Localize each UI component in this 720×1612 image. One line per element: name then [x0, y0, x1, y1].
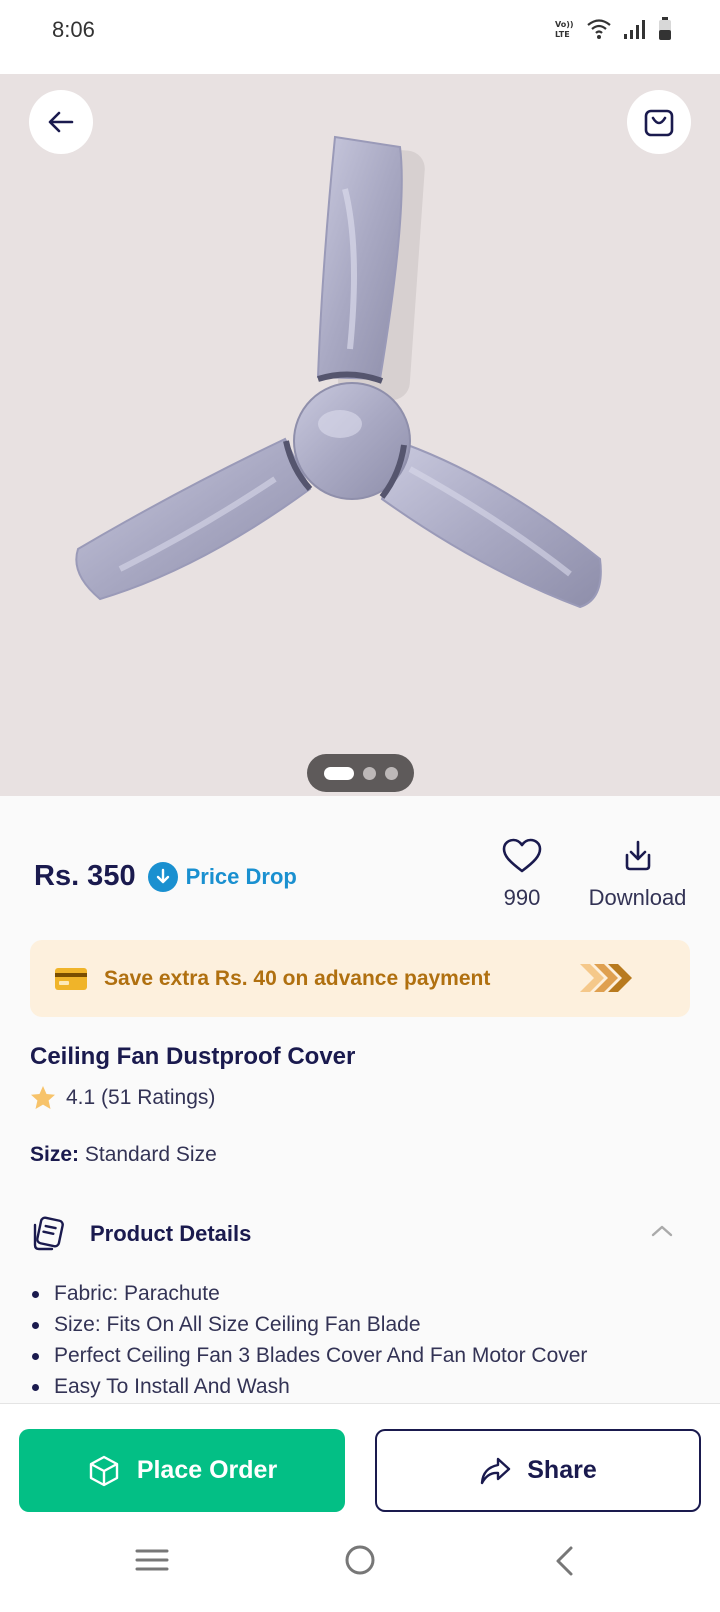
chevrons-right-icon [580, 964, 632, 992]
wishlist-count: 990 [503, 885, 541, 910]
advance-payment-offer[interactable]: Save extra Rs. 40 on advance payment [30, 940, 690, 1017]
price-row: Rs. 350 Price Drop [34, 860, 297, 893]
heart-icon [502, 838, 542, 873]
back-chevron-icon[interactable] [553, 1545, 577, 1577]
ceiling-fan-cover-image [75, 135, 602, 609]
list-item: Easy To Install And Wash [30, 1371, 587, 1402]
battery-icon [659, 17, 671, 40]
cart-button[interactable] [627, 90, 691, 154]
status-time: 8:06 [52, 17, 95, 42]
shopping-bag-icon [644, 109, 674, 137]
wishlist-button[interactable]: 990 [482, 838, 562, 911]
volte-icon: Vo)) LTE [555, 20, 574, 39]
signal-icon [624, 20, 645, 39]
price-drop-label: Price Drop [185, 863, 297, 889]
offer-text: Save extra Rs. 40 on advance payment [104, 966, 491, 990]
menu-icon[interactable] [135, 1545, 169, 1575]
back-arrow-icon [48, 111, 74, 133]
product-details-header[interactable]: Product Details [30, 1213, 690, 1255]
size-label: Size: [30, 1143, 80, 1166]
product-gallery[interactable] [0, 74, 720, 796]
wifi-icon [587, 19, 611, 39]
product-size: Size: Standard Size [30, 1143, 217, 1167]
credit-card-icon [55, 967, 87, 990]
share-arrow-icon [481, 1457, 511, 1484]
star-icon [31, 1086, 55, 1109]
document-icon [33, 1216, 64, 1251]
download-icon [625, 840, 650, 871]
price-drop-icon [147, 861, 178, 892]
pager-dot-active[interactable] [323, 766, 354, 780]
pager-dot[interactable] [384, 766, 398, 780]
list-item: Fabric: Parachute [30, 1278, 587, 1309]
svg-text:LTE: LTE [555, 30, 570, 39]
image-pager[interactable] [307, 754, 414, 792]
bottom-action-bar: Place Order Share [0, 1403, 720, 1523]
chevron-up-icon[interactable] [650, 1223, 674, 1239]
status-bar: 8:06 Vo)) LTE [0, 0, 720, 74]
place-order-button[interactable]: Place Order [19, 1429, 345, 1512]
product-details-list: Fabric: Parachute Size: Fits On All Size… [30, 1278, 587, 1402]
list-item: Size: Fits On All Size Ceiling Fan Blade [30, 1309, 587, 1340]
list-item: Perfect Ceiling Fan 3 Blades Cover And F… [30, 1340, 587, 1371]
download-button[interactable]: Download [580, 838, 695, 911]
download-label: Download [588, 885, 687, 910]
pager-dot[interactable] [362, 766, 376, 780]
home-circle-icon[interactable] [343, 1545, 377, 1579]
place-order-label: Place Order [136, 1456, 278, 1484]
back-button[interactable] [29, 90, 93, 154]
status-icons: Vo)) LTE [554, 17, 672, 41]
rating-text: 4.1 (51 Ratings) [66, 1086, 216, 1109]
size-value: Standard Size [84, 1143, 217, 1166]
system-nav-bar [0, 1523, 720, 1612]
box-icon [89, 1455, 119, 1486]
product-title: Ceiling Fan Dustproof Cover [30, 1043, 356, 1070]
svg-text:Vo)): Vo)) [555, 20, 574, 29]
share-label: Share [527, 1456, 597, 1484]
product-details-title: Product Details [90, 1221, 252, 1246]
price: Rs. 350 [34, 860, 136, 892]
product-rating[interactable]: 4.1 (51 Ratings) [30, 1085, 215, 1111]
share-button[interactable]: Share [375, 1429, 701, 1512]
